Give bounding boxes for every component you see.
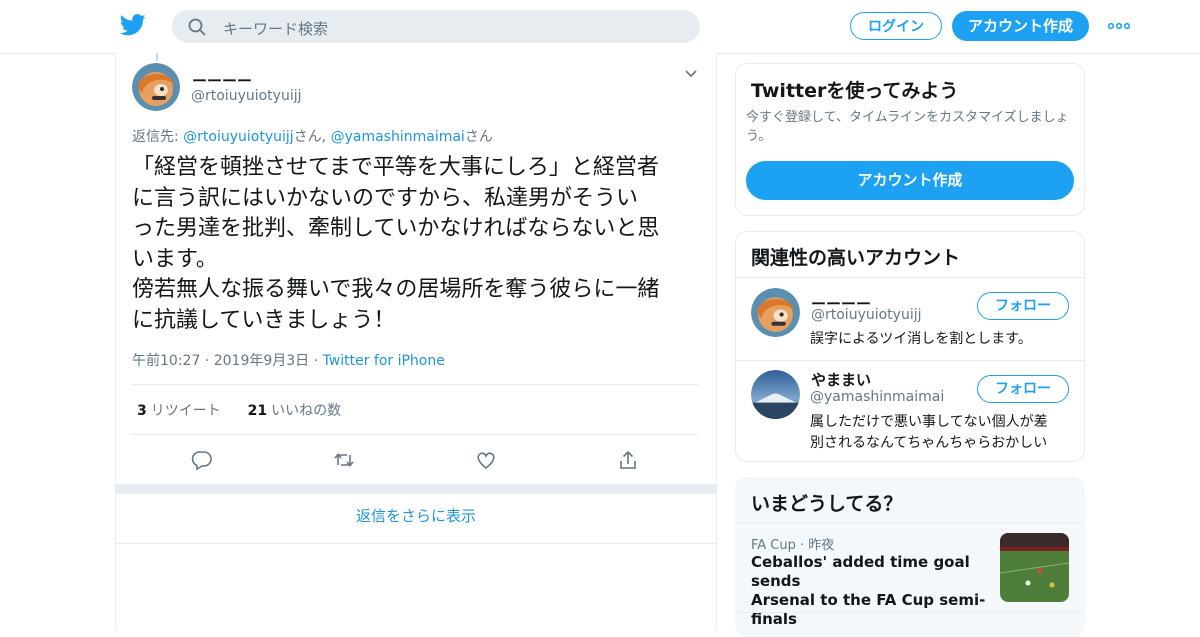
- tweet-detail: ーーーー @rtoiuyuiotyuijj 返信先: @rtoiuyuiotyu…: [115, 53, 717, 630]
- search-input[interactable]: キーワード検索: [223, 18, 328, 39]
- divider: [116, 543, 716, 544]
- divider: [735, 522, 1085, 523]
- related-accounts-title: 関連性の高いアカウント: [751, 247, 961, 269]
- divider: [736, 360, 1084, 361]
- trends-card: いまどうしてる？ FA Cup · 昨夜 Ceballos' added tim…: [735, 477, 1085, 637]
- account-name[interactable]: やままい: [811, 369, 871, 390]
- like-icon[interactable]: [475, 449, 497, 471]
- reply-user-link[interactable]: @rtoiuyuiotyuijj: [183, 129, 294, 145]
- tweet-stats: 3 リツイート 21 いいねの数: [137, 400, 341, 420]
- tweet-text: 「経営を頓挫させてまで平等を大事にしろ」と経営者 に言う訳にはいかないのですから…: [132, 155, 660, 333]
- retweet-stat[interactable]: 3 リツイート: [137, 403, 221, 419]
- divider: [735, 612, 1085, 613]
- like-count: 21: [247, 403, 268, 419]
- related-accounts-card: 関連性の高いアカウント ーーーー @rtoiuyuiotyuijj フォロー 誤…: [735, 231, 1085, 462]
- like-stat[interactable]: 21 いいねの数: [248, 403, 341, 419]
- avatar[interactable]: [751, 370, 800, 419]
- more-icon[interactable]: [1108, 20, 1130, 32]
- reply-suffix: さん: [464, 129, 493, 145]
- signup-card-title: Twitterを使ってみよう: [751, 80, 959, 102]
- top-bar: キーワード検索 ログイン アカウント作成: [0, 0, 1200, 54]
- tweet-source[interactable]: Twitter for iPhone: [323, 353, 445, 369]
- avatar[interactable]: [751, 288, 800, 337]
- signup-card: Twitterを使ってみよう 今すぐ登録して、タイムラインをカスタマイズしましょ…: [735, 63, 1085, 216]
- share-icon[interactable]: [617, 449, 639, 471]
- signup-card-subtitle: 今すぐ登録して、タイムラインをカスタマイズしましょ う。: [746, 110, 1069, 144]
- follow-button[interactable]: フォロー: [977, 292, 1069, 320]
- account-bio: 誤字によるツイ消しを割とします。: [810, 331, 1032, 347]
- account-handle[interactable]: @yamashinmaimai: [810, 389, 944, 405]
- thread-line: [156, 53, 158, 61]
- reply-to: 返信先: @rtoiuyuiotyuijjさん, @yamashinmaimai…: [132, 126, 493, 146]
- reply-suffix: さん,: [293, 129, 331, 145]
- tweet-time: 午前10:27: [132, 353, 201, 369]
- login-button[interactable]: ログイン: [850, 12, 942, 40]
- tweet-date: 2019年9月3日: [213, 353, 310, 369]
- signup-button[interactable]: アカウント作成: [952, 11, 1089, 41]
- show-more-replies-link[interactable]: 返信をさらに表示: [116, 505, 716, 526]
- separator-band: [116, 484, 716, 494]
- trend-category: FA Cup: [751, 538, 796, 553]
- search-icon: [188, 18, 206, 36]
- trend-time: 昨夜: [808, 538, 835, 553]
- follow-button[interactable]: フォロー: [977, 375, 1069, 403]
- trend-meta: FA Cup · 昨夜: [751, 538, 835, 553]
- divider: [131, 384, 699, 385]
- retweet-label: リツイート: [150, 403, 221, 419]
- retweet-icon[interactable]: [333, 449, 355, 471]
- reply-user-link[interactable]: @yamashinmaimai: [331, 129, 465, 145]
- reply-prefix: 返信先:: [132, 129, 184, 145]
- reply-icon[interactable]: [191, 449, 213, 471]
- signup-card-button[interactable]: アカウント作成: [746, 161, 1074, 200]
- trend-headline[interactable]: Ceballos' added time goal sends Arsenal …: [751, 553, 991, 629]
- search-bar[interactable]: キーワード検索: [172, 10, 700, 43]
- like-label: いいねの数: [271, 403, 342, 419]
- account-handle[interactable]: @rtoiuyuiotyuijj: [811, 307, 922, 323]
- divider: [131, 434, 699, 435]
- twitter-logo-icon[interactable]: [120, 14, 146, 36]
- avatar[interactable]: [132, 63, 180, 111]
- trend-thumbnail[interactable]: [1000, 533, 1069, 602]
- trends-title: いまどうしてる？: [751, 493, 903, 515]
- tweet-timestamp[interactable]: 午前10:27 · 2019年9月3日 · Twitter for iPhone: [132, 350, 445, 370]
- retweet-count: 3: [137, 403, 147, 419]
- chevron-down-icon[interactable]: [684, 69, 698, 79]
- account-bio: 属しただけで悪い事してない個人が差 別されるなんてちゃんちゃらおかしい: [810, 414, 1048, 451]
- divider: [736, 277, 1084, 278]
- user-handle[interactable]: @rtoiuyuiotyuijj: [191, 88, 302, 104]
